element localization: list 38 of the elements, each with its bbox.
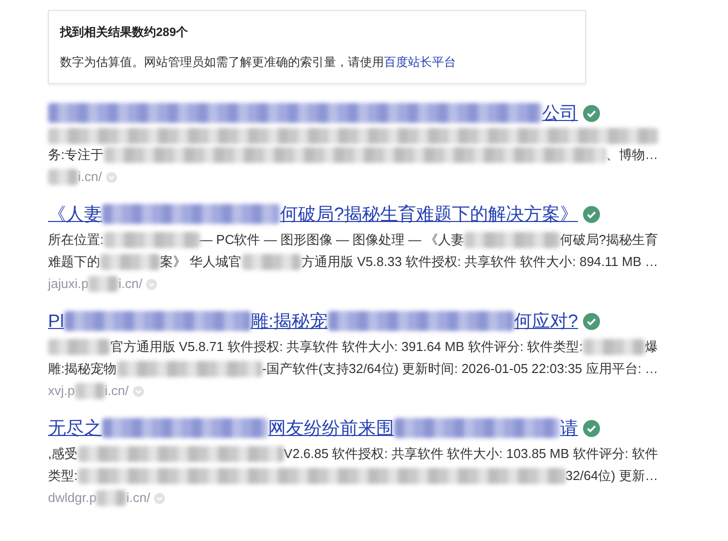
abstract-text: 爆 xyxy=(645,338,658,356)
abstract-text: 官方通用版 V5.8.71 软件授权: 共享软件 软件大小: 391.64 MB 软件评分: 软件类型: xyxy=(110,338,583,356)
abstract-text: — PC软件 — 图形图像 — 图像处理 — 《人妻 xyxy=(200,231,464,249)
redaction-blur xyxy=(88,276,118,292)
dropdown-icon[interactable] xyxy=(154,492,166,504)
dropdown-icon[interactable] xyxy=(106,172,117,182)
redaction-blur xyxy=(242,254,302,270)
result-count: 找到相关结果数约289个 xyxy=(60,24,190,41)
abstract-text: 32/64位) 更新… xyxy=(566,467,658,485)
abstract-text: 何破局?揭秘生育 xyxy=(560,231,658,249)
result-url: xvj.p xyxy=(48,382,75,400)
result-url: i.cn/ xyxy=(104,382,129,400)
redaction-blur xyxy=(48,169,78,185)
dropdown-icon[interactable] xyxy=(132,386,144,396)
redaction-blur xyxy=(582,339,646,355)
notice-text: 数字为估算值。网站管理员如需了解更准确的索引量，请使用 xyxy=(60,55,384,69)
abstract-text: 务:专注于 xyxy=(48,146,104,164)
abstract-text: 类型: xyxy=(48,467,78,485)
redaction-blur xyxy=(100,254,160,270)
abstract-text: 方通用版 V5.8.33 软件授权: 共享软件 软件大小: 894.11 MB … xyxy=(301,253,658,271)
abstract-text: 、博物… xyxy=(606,146,658,164)
result-url: i.cn/ xyxy=(78,168,102,186)
result-url: dwldgr.p xyxy=(48,489,96,507)
redaction-blur xyxy=(74,383,105,399)
result-url: i.cn/ xyxy=(126,489,150,507)
abstract-text: 难题下的 xyxy=(48,253,100,271)
abstract-text: 所在位置: xyxy=(48,231,104,249)
redaction-blur xyxy=(96,490,126,506)
result-url: i.cn/ xyxy=(118,275,142,293)
redaction-blur xyxy=(48,339,110,355)
abstract-text: 雕:揭秘宠物 xyxy=(48,360,117,378)
abstract-text: ,感受 xyxy=(48,445,78,463)
webmaster-link[interactable]: 百度站长平台 xyxy=(384,55,456,69)
dropdown-icon[interactable] xyxy=(146,278,158,290)
abstract-text: V2.6.85 软件授权: 共享软件 软件大小: 103.85 MB 软件评分: 软件 xyxy=(284,445,658,463)
abstract-text: 案》 华人城官 xyxy=(160,253,242,271)
abstract-text: -国产软件(支持32/64位) 更新时间: 2026-01-05 22:03:35 应用平台: … xyxy=(262,360,658,378)
result-url: jajuxi.p xyxy=(48,275,88,293)
